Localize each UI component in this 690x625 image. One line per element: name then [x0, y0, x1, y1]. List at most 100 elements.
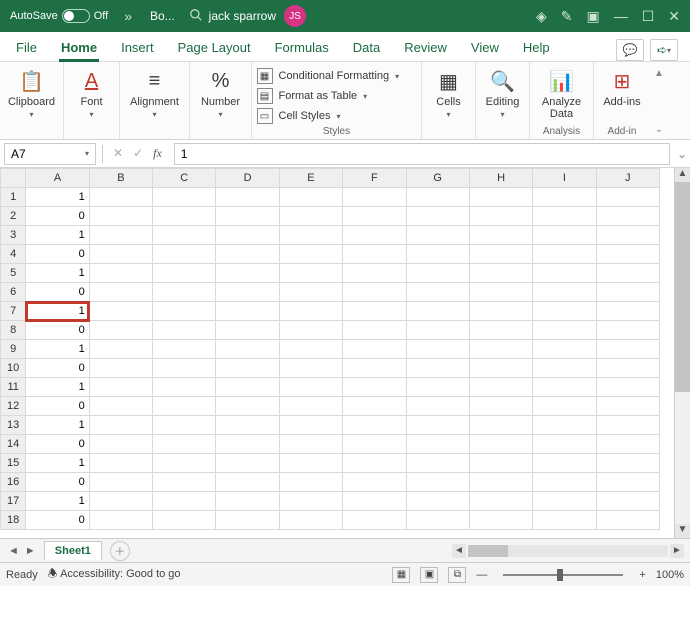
cell[interactable]: 0: [26, 473, 89, 492]
cell[interactable]: [343, 397, 406, 416]
sheet-next-icon[interactable]: ►: [25, 545, 36, 557]
cell[interactable]: [406, 207, 469, 226]
cell[interactable]: 1: [26, 264, 89, 283]
row-header[interactable]: 13: [1, 416, 26, 435]
cell[interactable]: [343, 302, 406, 321]
cell[interactable]: [596, 473, 659, 492]
cell[interactable]: [596, 511, 659, 530]
cell[interactable]: [216, 321, 279, 340]
cell[interactable]: [89, 435, 152, 454]
share-button[interactable]: ➪ ▾: [650, 39, 678, 61]
cell[interactable]: [533, 435, 596, 454]
cell[interactable]: [279, 511, 342, 530]
cell[interactable]: [533, 283, 596, 302]
cells-button[interactable]: ▦ Cells▾: [421, 68, 477, 120]
cell[interactable]: [596, 264, 659, 283]
cell[interactable]: [343, 207, 406, 226]
cell[interactable]: [279, 226, 342, 245]
editing-button[interactable]: 🔍 Editing▾: [475, 68, 531, 120]
cell[interactable]: [216, 245, 279, 264]
cell[interactable]: [89, 473, 152, 492]
row-header[interactable]: 7: [1, 302, 26, 321]
cell[interactable]: [406, 492, 469, 511]
spreadsheet-grid[interactable]: ABCDEFGHIJ 11203140516071809110011112013…: [0, 168, 660, 530]
scroll-down-icon[interactable]: ▼: [675, 524, 690, 538]
comments-button[interactable]: 💬: [616, 39, 644, 61]
scroll-up-icon[interactable]: ▲: [675, 168, 690, 182]
row-header[interactable]: 12: [1, 397, 26, 416]
cell[interactable]: [153, 188, 216, 207]
avatar[interactable]: JS: [284, 5, 306, 27]
diamond-icon[interactable]: ◈: [536, 8, 547, 25]
cell[interactable]: [343, 511, 406, 530]
row-header[interactable]: 15: [1, 454, 26, 473]
cell[interactable]: [469, 492, 532, 511]
addins-button[interactable]: ⊞ Add-ins: [594, 68, 650, 108]
cell[interactable]: [153, 283, 216, 302]
column-header[interactable]: F: [343, 169, 406, 188]
close-icon[interactable]: ✕: [668, 8, 680, 25]
cell[interactable]: [469, 321, 532, 340]
cell[interactable]: [89, 359, 152, 378]
cell[interactable]: [89, 321, 152, 340]
row-header[interactable]: 1: [1, 188, 26, 207]
column-header[interactable]: C: [153, 169, 216, 188]
cell[interactable]: [279, 378, 342, 397]
cell[interactable]: [89, 397, 152, 416]
cell[interactable]: 1: [26, 340, 89, 359]
add-sheet-button[interactable]: ＋: [110, 541, 130, 561]
row-header[interactable]: 17: [1, 492, 26, 511]
cell[interactable]: [596, 492, 659, 511]
cell[interactable]: [469, 359, 532, 378]
cell[interactable]: [216, 283, 279, 302]
cell[interactable]: [89, 207, 152, 226]
cell[interactable]: [533, 245, 596, 264]
cell[interactable]: [153, 454, 216, 473]
restore-window-icon[interactable]: ▣: [586, 8, 599, 25]
cell[interactable]: [406, 511, 469, 530]
cell[interactable]: [406, 397, 469, 416]
cell[interactable]: [533, 416, 596, 435]
cell-styles-button[interactable]: ▭Cell Styles ▾: [257, 108, 417, 124]
wand-icon[interactable]: ✎: [561, 8, 573, 25]
cell[interactable]: [153, 245, 216, 264]
cell[interactable]: 0: [26, 283, 89, 302]
cell[interactable]: [469, 397, 532, 416]
cell[interactable]: [469, 207, 532, 226]
tab-help[interactable]: Help: [513, 34, 560, 61]
cell[interactable]: [153, 359, 216, 378]
cell[interactable]: [279, 188, 342, 207]
accessibility-status[interactable]: 🕭 Accessibility: Good to go: [48, 565, 181, 584]
cell[interactable]: [533, 359, 596, 378]
cell[interactable]: [153, 340, 216, 359]
column-header[interactable]: A: [26, 169, 89, 188]
cell[interactable]: [343, 454, 406, 473]
cell[interactable]: [343, 492, 406, 511]
cell[interactable]: [469, 511, 532, 530]
cell[interactable]: [596, 302, 659, 321]
cell[interactable]: [533, 340, 596, 359]
cell[interactable]: 0: [26, 245, 89, 264]
cell[interactable]: [343, 340, 406, 359]
cancel-icon[interactable]: ✕: [113, 146, 123, 161]
cell[interactable]: [279, 473, 342, 492]
cell[interactable]: [406, 283, 469, 302]
cell[interactable]: [216, 492, 279, 511]
cell[interactable]: [469, 283, 532, 302]
cell[interactable]: [406, 378, 469, 397]
cell[interactable]: [406, 302, 469, 321]
cell[interactable]: [406, 264, 469, 283]
fx-icon[interactable]: fx: [153, 146, 162, 161]
cell[interactable]: [153, 397, 216, 416]
cell[interactable]: [596, 397, 659, 416]
cell[interactable]: [153, 416, 216, 435]
cell[interactable]: 1: [26, 226, 89, 245]
column-header[interactable]: I: [533, 169, 596, 188]
cell[interactable]: [153, 226, 216, 245]
tab-formulas[interactable]: Formulas: [265, 34, 339, 61]
cell[interactable]: [343, 321, 406, 340]
format-as-table-button[interactable]: ▤Format as Table ▾: [257, 88, 417, 104]
cell[interactable]: [279, 302, 342, 321]
cell[interactable]: [596, 454, 659, 473]
cell[interactable]: [89, 302, 152, 321]
